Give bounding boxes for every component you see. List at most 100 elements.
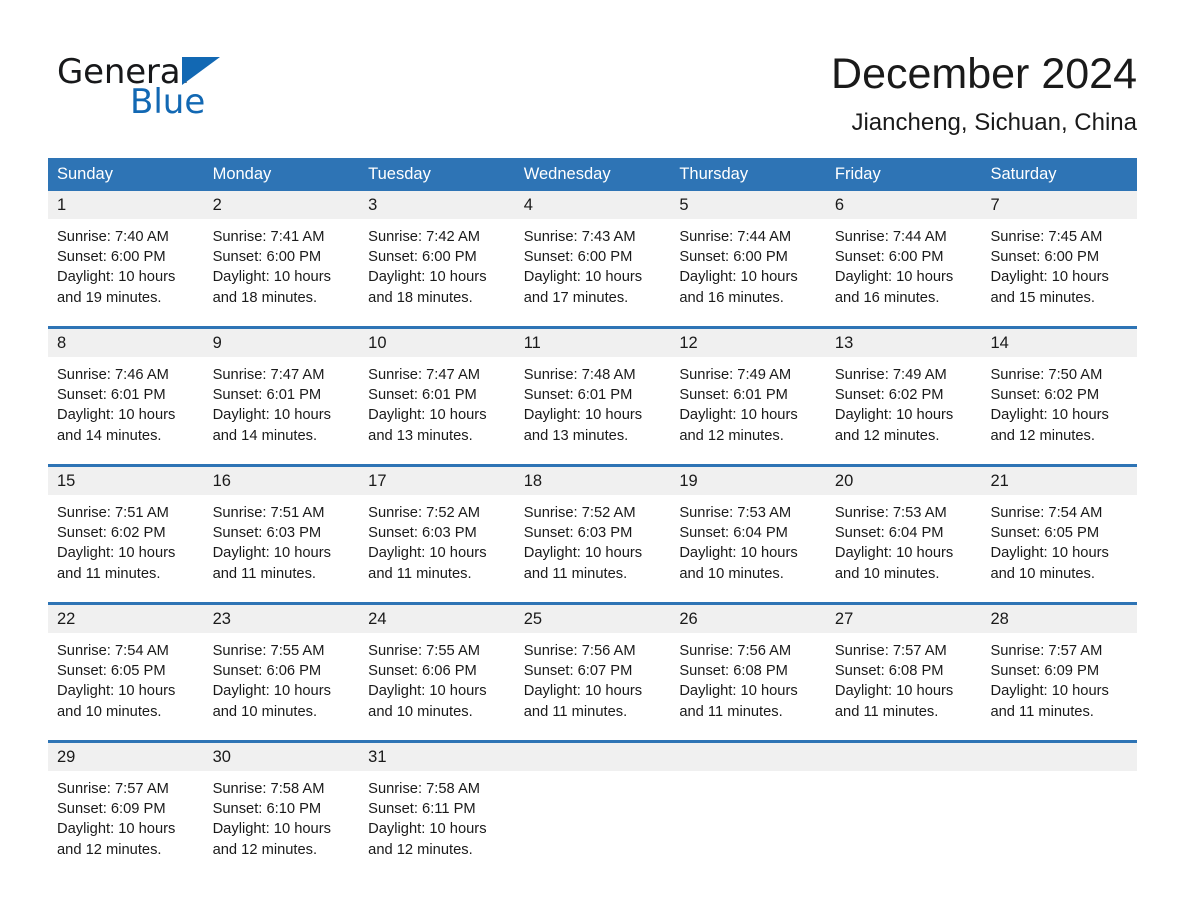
daylight-text-line1: Daylight: 10 hours <box>523 545 643 562</box>
day-details: Sunrise: 7:57 AM Sunset: 6:09 PM Daylight:… <box>981 633 1137 725</box>
day-cell[interactable]: 9 Sunrise: 7:47 AM Sunset: 6:01 PM Daylight… <box>203 329 360 449</box>
day-cell[interactable]: 8 Sunrise: 7:46 AM Sunset: 6:01 PM Daylight… <box>48 329 204 449</box>
day-cell[interactable]: 21 Sunrise: 7:54 AM Sunset: 6:05 PM Dayligh… <box>981 467 1138 587</box>
day-number: 21 <box>990 472 1009 490</box>
week-row-spacer <box>48 311 1137 326</box>
day-number: 2 <box>212 196 222 214</box>
daylight-text-line1: Daylight: 10 hours <box>368 269 487 286</box>
sunset-text: Sunset: 6:03 PM <box>368 525 477 542</box>
sunset-text: Sunset: 6:06 PM <box>212 663 322 680</box>
day-cell[interactable]: 19 Sunrise: 7:53 AM Sunset: 6:04 PM Dayligh… <box>670 467 826 587</box>
sunrise-text: Sunrise: 7:51 AM <box>57 505 169 521</box>
day-cell[interactable]: 22 Sunrise: 7:54 AM Sunset: 6:05 PM Dayligh… <box>48 605 204 725</box>
calendar-weeks: 1 Sunrise: 7:40 AM Sunset: 6:00 PM Daylight… <box>48 191 1138 863</box>
sunset-text: Sunset: 6:09 PM <box>57 801 166 818</box>
sunset-text: Sunset: 6:04 PM <box>679 525 788 542</box>
page-subtitle: Jiancheng, Sichuan, China <box>851 109 1137 136</box>
daylight-text-line2: and 12 minutes. <box>212 841 318 858</box>
sunset-text: Sunset: 6:02 PM <box>57 525 166 542</box>
day-number-band: 29 <box>48 743 204 771</box>
sunrise-text: Sunrise: 7:47 AM <box>368 367 481 383</box>
weekday-header-sunday: Sunday <box>57 165 113 183</box>
day-cell[interactable]: 23 Sunrise: 7:55 AM Sunset: 6:06 PM Dayligh… <box>203 605 360 725</box>
day-cell[interactable]: 25 Sunrise: 7:56 AM Sunset: 6:07 PM Dayligh… <box>514 605 671 725</box>
daylight-text-line2: and 10 minutes. <box>212 703 318 720</box>
sunset-text: Sunset: 6:00 PM <box>212 249 322 266</box>
day-number-band <box>670 743 826 771</box>
brand-name-blue: Blue <box>130 82 206 122</box>
daylight-text-line1: Daylight: 10 hours <box>212 545 331 562</box>
day-cell[interactable]: 27 Sunrise: 7:57 AM Sunset: 6:08 PM Dayligh… <box>825 605 982 725</box>
daylight-text-line2: and 19 minutes. <box>57 289 162 306</box>
day-number: 31 <box>368 748 387 766</box>
daylight-text-line1: Daylight: 10 hours <box>679 683 798 700</box>
day-cell[interactable]: 31 Sunrise: 7:58 AM Sunset: 6:11 PM Dayligh… <box>359 743 515 863</box>
day-details: Sunrise: 7:40 AM Sunset: 6:00 PM Daylight:… <box>48 219 204 311</box>
day-cell[interactable]: 26 Sunrise: 7:56 AM Sunset: 6:08 PM Dayligh… <box>670 605 826 725</box>
day-number: 18 <box>523 472 543 490</box>
day-cell[interactable]: 24 Sunrise: 7:55 AM Sunset: 6:06 PM Dayligh… <box>359 605 515 725</box>
day-number-band <box>981 743 1138 771</box>
day-number: 4 <box>523 196 533 214</box>
day-cell[interactable]: 20 Sunrise: 7:53 AM Sunset: 6:04 PM Dayligh… <box>825 467 982 587</box>
daylight-text-line1: Daylight: 10 hours <box>990 683 1109 700</box>
day-cell[interactable]: 10 Sunrise: 7:47 AM Sunset: 6:01 PM Dayligh… <box>359 329 515 449</box>
day-number-band: 12 <box>670 329 826 357</box>
daylight-text-line2: and 14 minutes. <box>57 427 162 444</box>
day-cell[interactable]: 28 Sunrise: 7:57 AM Sunset: 6:09 PM Dayligh… <box>981 605 1138 725</box>
day-number-band: 18 <box>514 467 671 495</box>
day-number: 27 <box>834 610 854 628</box>
day-cell[interactable]: 11 Sunrise: 7:48 AM Sunset: 6:01 PM Dayligh… <box>514 329 671 449</box>
day-number-band: 11 <box>514 329 671 357</box>
day-number-band: 5 <box>670 191 826 219</box>
sunrise-text: Sunrise: 7:55 AM <box>368 643 481 659</box>
daylight-text-line2: and 11 minutes. <box>212 565 316 582</box>
day-number: 30 <box>212 748 231 766</box>
brand-logo[interactable]: General Blue <box>57 52 317 132</box>
day-cell[interactable]: 13 Sunrise: 7:49 AM Sunset: 6:02 PM Dayligh… <box>825 329 982 449</box>
daylight-text-line2: and 11 minutes. <box>523 703 628 720</box>
day-number-band: 27 <box>825 605 982 633</box>
day-cell[interactable]: 14 Sunrise: 7:50 AM Sunset: 6:02 PM Dayligh… <box>981 329 1138 449</box>
week-row-spacer <box>48 587 1137 602</box>
daylight-text-line1: Daylight: 10 hours <box>368 821 487 838</box>
day-cell[interactable]: 7 Sunrise: 7:45 AM Sunset: 6:00 PM Daylight… <box>981 191 1138 311</box>
day-details: Sunrise: 7:43 AM Sunset: 6:00 PM Daylight:… <box>515 219 671 311</box>
day-cell[interactable]: 5 Sunrise: 7:44 AM Sunset: 6:00 PM Daylight… <box>670 191 826 311</box>
day-cell[interactable]: 1 Sunrise: 7:40 AM Sunset: 6:00 PM Daylight… <box>48 191 204 311</box>
sunrise-text: Sunrise: 7:49 AM <box>834 367 947 383</box>
daylight-text-line2: and 11 minutes. <box>523 565 628 582</box>
day-details: Sunrise: 7:45 AM Sunset: 6:00 PM Daylight:… <box>981 219 1137 311</box>
day-details: Sunrise: 7:54 AM Sunset: 6:05 PM Daylight:… <box>48 633 204 725</box>
sunrise-text: Sunrise: 7:47 AM <box>212 367 325 383</box>
day-number-band: 16 <box>203 467 360 495</box>
daylight-text-line1: Daylight: 10 hours <box>57 821 176 838</box>
day-number: 5 <box>679 196 689 214</box>
day-number-band: 6 <box>825 191 982 219</box>
day-cell[interactable]: 30 Sunrise: 7:58 AM Sunset: 6:10 PM Dayligh… <box>203 743 360 863</box>
daylight-text-line2: and 10 minutes. <box>679 565 784 582</box>
daylight-text-line2: and 18 minutes. <box>212 289 318 306</box>
day-cell[interactable]: 17 Sunrise: 7:52 AM Sunset: 6:03 PM Dayligh… <box>359 467 515 587</box>
sunset-text: Sunset: 6:00 PM <box>523 249 633 266</box>
day-number: 14 <box>990 334 1009 352</box>
day-details: Sunrise: 7:48 AM Sunset: 6:01 PM Daylight:… <box>515 357 671 449</box>
day-cell[interactable]: 3 Sunrise: 7:42 AM Sunset: 6:00 PM Daylight… <box>359 191 515 311</box>
day-number: 26 <box>679 610 698 628</box>
day-cell[interactable]: 12 Sunrise: 7:49 AM Sunset: 6:01 PM Dayligh… <box>670 329 826 449</box>
day-cell-empty <box>670 743 826 863</box>
day-cell[interactable]: 29 Sunrise: 7:57 AM Sunset: 6:09 PM Dayligh… <box>48 743 204 863</box>
daylight-text-line1: Daylight: 10 hours <box>523 407 643 424</box>
day-cell[interactable]: 2 Sunrise: 7:41 AM Sunset: 6:00 PM Daylight… <box>203 191 360 311</box>
day-cell[interactable]: 6 Sunrise: 7:44 AM Sunset: 6:00 PM Daylight… <box>825 191 982 311</box>
daylight-text-line2: and 11 minutes. <box>57 565 161 582</box>
sunset-text: Sunset: 6:06 PM <box>368 663 477 680</box>
day-details: Sunrise: 7:49 AM Sunset: 6:01 PM Daylight:… <box>670 357 826 449</box>
day-cell[interactable]: 18 Sunrise: 7:52 AM Sunset: 6:03 PM Dayligh… <box>514 467 671 587</box>
day-cell[interactable]: 15 Sunrise: 7:51 AM Sunset: 6:02 PM Dayligh… <box>48 467 204 587</box>
day-cell[interactable]: 16 Sunrise: 7:51 AM Sunset: 6:03 PM Dayligh… <box>203 467 360 587</box>
week-row-spacer <box>48 725 1137 740</box>
daylight-text-line1: Daylight: 10 hours <box>679 545 798 562</box>
daylight-text-line2: and 13 minutes. <box>368 427 473 444</box>
day-cell[interactable]: 4 Sunrise: 7:43 AM Sunset: 6:00 PM Daylight… <box>514 191 671 311</box>
